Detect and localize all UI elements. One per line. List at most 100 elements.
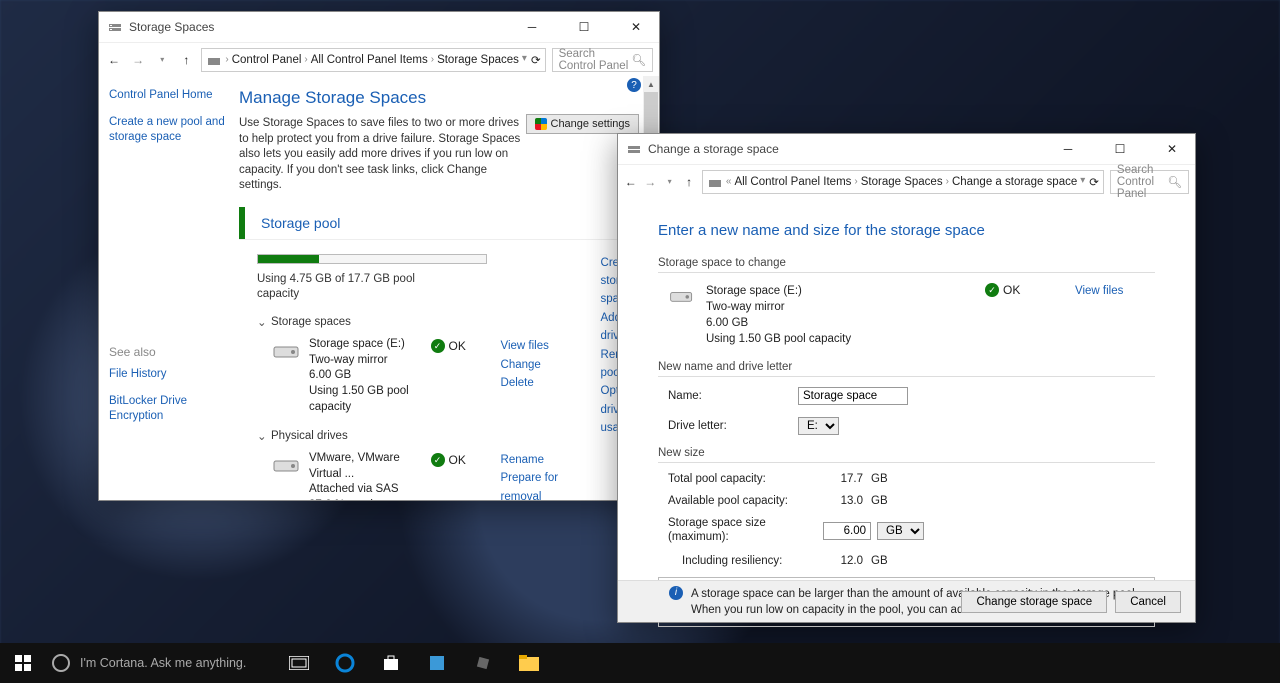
available-capacity-label: Available pool capacity: [668,495,823,507]
view-files-link[interactable]: View files [501,337,601,355]
total-capacity-label: Total pool capacity: [668,473,823,485]
prepare-removal-link[interactable]: Prepare for removal [501,469,601,500]
breadcrumb-item[interactable]: All Control Panel Items [734,176,851,188]
storage-space-row: Storage space (E:) Two-way mirror 6.00 G… [271,337,601,415]
unit: GB [871,495,911,507]
change-settings-button[interactable]: Change settings [526,114,640,134]
breadcrumb-item[interactable]: All Control Panel Items [311,54,428,66]
storage-spaces-subheader[interactable]: ⌄ Storage spaces [257,315,601,329]
maximize-button[interactable]: ☐ [561,12,607,42]
bitlocker-link[interactable]: BitLocker Drive Encryption [109,394,229,424]
search-placeholder: Search Control Panel [1117,164,1167,200]
search-input[interactable]: Search Control Panel 🔍︎ [552,48,653,72]
physical-drive-row: VMware, VMware Virtual ... Attached via … [271,451,601,500]
change-link[interactable]: Change [501,356,601,374]
max-size-label: Storage space size (maximum): [668,517,823,545]
cortana-placeholder: I'm Cortana. Ask me anything. [80,656,246,670]
close-button[interactable]: ✕ [613,12,659,42]
unit: GB [871,473,911,485]
space-name: Storage space (E:) [706,283,985,299]
storage-spaces-icon [626,140,642,159]
rename-link[interactable]: Rename [501,451,601,469]
change-storage-space-button[interactable]: Change storage space [961,591,1107,613]
taskbar: I'm Cortana. Ask me anything. [0,643,1280,683]
breadcrumb-item[interactable]: Change a storage space [952,176,1077,188]
breadcrumb-item[interactable]: Storage Spaces [437,54,519,66]
forward-button[interactable]: → [129,48,147,72]
section-header: New size [658,447,1155,463]
recent-dropdown[interactable]: ▾ [153,48,171,72]
main-content: ? Manage Storage Spaces Use Storage Spac… [239,76,659,500]
close-button[interactable]: ✕ [1149,134,1195,164]
search-placeholder: Search Control Panel [559,48,632,72]
minimize-button[interactable]: ─ [1045,134,1091,164]
file-explorer-icon[interactable] [506,643,552,683]
cortana-search[interactable]: I'm Cortana. Ask me anything. [46,643,276,683]
drive-icon [668,283,700,347]
file-history-link[interactable]: File History [109,367,229,382]
storage-spaces-window: Storage Spaces ─ ☐ ✕ ← → ▾ ↑ › Control P… [98,11,660,501]
drive-letter-select[interactable]: E: [798,417,839,435]
section-header: New name and drive letter [658,361,1155,377]
window-title: Change a storage space [648,142,779,156]
size-unit-select[interactable]: GB [877,522,924,540]
status-text: OK [449,339,466,353]
breadcrumb-item[interactable]: Control Panel [232,54,302,66]
back-button[interactable]: ← [105,48,123,72]
status-text: OK [449,453,466,467]
create-pool-link[interactable]: Create a new pool and storage space [109,115,229,145]
forward-button[interactable]: → [643,170,656,194]
page-description: Use Storage Spaces to save files to two … [239,116,529,194]
control-panel-home-link[interactable]: Control Panel Home [109,88,229,103]
search-input[interactable]: Search Control Panel 🔍︎ [1110,170,1189,194]
app-icon[interactable] [414,643,460,683]
page-title: Manage Storage Spaces [239,88,659,108]
edge-icon[interactable] [322,643,368,683]
ok-icon: ✓ [985,283,999,297]
space-type: Two-way mirror [309,353,431,369]
minimize-button[interactable]: ─ [509,12,555,42]
help-icon[interactable]: ? [627,78,641,92]
change-space-window: Change a storage space ─ ☐ ✕ ← → ▾ ↑ « A… [617,133,1196,623]
titlebar: Storage Spaces ─ ☐ ✕ [99,12,659,42]
resiliency-label: Including resiliency: [682,555,823,567]
cortana-icon [52,654,70,672]
search-icon: 🔍︎ [1167,175,1182,189]
breadcrumb[interactable]: « All Control Panel Items › Storage Spac… [702,170,1104,194]
breadcrumb-item[interactable]: Storage Spaces [861,176,943,188]
start-button[interactable] [0,643,46,683]
sidebar: Control Panel Home Create a new pool and… [99,76,239,500]
app-icon-2[interactable] [460,643,506,683]
available-capacity-value: 13.0 [823,495,863,507]
status-text: OK [1003,283,1020,297]
physical-drives-subheader[interactable]: ⌄ Physical drives [257,429,601,443]
view-files-link[interactable]: View files [1075,285,1123,297]
space-capacity: Using 1.50 GB pool capacity [309,384,431,415]
delete-link[interactable]: Delete [501,374,601,392]
navbar: ← → ▾ ↑ « All Control Panel Items › Stor… [618,164,1195,198]
usage-text: Using 4.75 GB of 17.7 GB pool capacity [257,272,437,302]
drive-used: 37.6 % used [309,498,431,500]
cancel-button[interactable]: Cancel [1115,591,1181,613]
pool-title: Storage pool [261,215,340,231]
store-icon[interactable] [368,643,414,683]
info-icon: i [669,586,683,600]
max-size-input[interactable] [823,522,871,540]
titlebar: Change a storage space ─ ☐ ✕ [618,134,1195,164]
up-button[interactable]: ↑ [177,48,195,72]
name-input[interactable] [798,387,908,405]
drive-icon [271,453,303,477]
up-button[interactable]: ↑ [682,170,695,194]
space-capacity: Using 1.50 GB pool capacity [706,331,985,347]
pool-header[interactable]: Storage pool OK [239,208,651,240]
chevron-down-icon: ⌄ [257,315,271,329]
storage-spaces-icon [107,18,123,37]
navbar: ← → ▾ ↑ › Control Panel › All Control Pa… [99,42,659,76]
page-title: Enter a new name and size for the storag… [658,222,1155,239]
back-button[interactable]: ← [624,170,637,194]
recent-dropdown[interactable]: ▾ [663,170,676,194]
task-view-button[interactable] [276,643,322,683]
space-type: Two-way mirror [706,299,985,315]
maximize-button[interactable]: ☐ [1097,134,1143,164]
breadcrumb[interactable]: › Control Panel › All Control Panel Item… [201,48,545,72]
